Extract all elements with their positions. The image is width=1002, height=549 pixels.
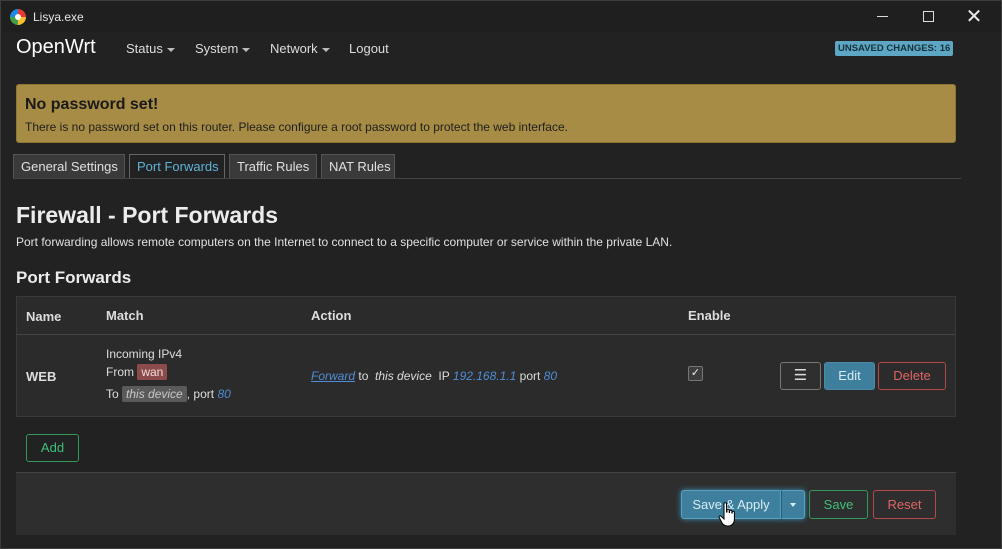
match-to: To this device, port 80 — [106, 386, 231, 402]
maximize-icon — [922, 11, 934, 22]
tab-nat-rules[interactable]: NAT Rules — [321, 154, 395, 179]
table-header: Name Match Action Enable — [17, 297, 955, 335]
port-forwards-table: Name Match Action Enable WEB Incoming IP… — [16, 296, 956, 417]
close-button[interactable]: ✕ — [951, 1, 997, 32]
menu-status[interactable]: Status — [126, 41, 175, 56]
top-navbar: OpenWrt Status System Network Logout UNS… — [1, 32, 1001, 66]
action-to: to — [358, 369, 369, 383]
action-summary: Forward to this device IP 192.168.1.1 po… — [311, 369, 557, 383]
brand-logo[interactable]: OpenWrt — [16, 36, 96, 59]
alert-text: There is no password set on this router.… — [25, 120, 568, 134]
save-button[interactable]: Save — [809, 490, 868, 519]
action-ip-label: IP — [438, 369, 450, 383]
menu-network[interactable]: Network — [270, 41, 330, 56]
match-port-label: , port — [186, 387, 215, 401]
menu-system[interactable]: System — [195, 41, 251, 56]
page-description: Port forwarding allows remote computers … — [16, 235, 673, 249]
header-name: Name — [26, 309, 62, 324]
title-bar: Lisya.exe ✕ — [1, 1, 1001, 32]
drag-handle-button[interactable]: ☰ — [780, 362, 821, 390]
tab-divider — [13, 178, 961, 179]
menu-status-label: Status — [126, 41, 163, 56]
save-apply-dropdown[interactable] — [781, 490, 805, 519]
menu-system-label: System — [195, 41, 239, 56]
close-icon: ✕ — [965, 5, 983, 28]
minimize-button[interactable] — [859, 1, 905, 32]
minimize-icon — [876, 16, 888, 17]
match-from: From wan — [106, 364, 168, 380]
window-title: Lisya.exe — [33, 9, 84, 24]
action-ip: 192.168.1.1 — [452, 369, 517, 383]
action-port: 80 — [543, 369, 558, 383]
section-title: Port Forwards — [16, 268, 132, 287]
chevron-down-icon — [321, 47, 330, 52]
hand-cursor-icon — [718, 502, 735, 527]
page-title: Firewall - Port Forwards — [16, 202, 278, 228]
edit-button[interactable]: Edit — [824, 362, 875, 390]
rule-name: WEB — [26, 369, 57, 384]
app-window: Lisya.exe ✕ OpenWrt Status System Networ… — [0, 0, 1002, 549]
header-enable: Enable — [688, 308, 731, 323]
action-device: this device — [375, 369, 432, 383]
chevron-down-icon — [166, 47, 175, 52]
zone-badge-wan: wan — [137, 364, 168, 380]
action-port-label: port — [519, 369, 541, 383]
no-password-alert: No password set! There is no password se… — [16, 84, 956, 143]
add-button[interactable]: Add — [26, 434, 79, 462]
menu-network-label: Network — [270, 41, 318, 56]
delete-button[interactable]: Delete — [878, 362, 946, 390]
header-action: Action — [311, 308, 352, 323]
alert-title: No password set! — [25, 96, 159, 113]
header-match: Match — [106, 308, 144, 323]
chevron-down-icon — [790, 503, 796, 507]
maximize-button[interactable] — [905, 1, 951, 32]
unsaved-changes-badge[interactable]: UNSAVED CHANGES: 16 — [835, 41, 954, 56]
chevron-down-icon — [242, 47, 251, 52]
action-footer: Save & Apply Save Reset — [16, 472, 956, 535]
match-to-label: To — [106, 387, 119, 401]
device-badge: this device — [122, 386, 187, 402]
browser-app-icon — [10, 8, 26, 25]
tab-port-forwards[interactable]: Port Forwards — [129, 154, 225, 179]
tab-general-settings[interactable]: General Settings — [13, 154, 125, 179]
match-from-label: From — [106, 365, 134, 379]
match-port: 80 — [217, 387, 231, 401]
menu-logout[interactable]: Logout — [349, 41, 389, 56]
match-protocol: Incoming IPv4 — [106, 347, 183, 361]
enable-checkbox[interactable]: ✓ — [688, 366, 703, 381]
menu-icon: ☰ — [793, 367, 808, 384]
reset-button[interactable]: Reset — [873, 490, 936, 519]
action-forward-link[interactable]: Forward — [311, 369, 355, 383]
tab-traffic-rules[interactable]: Traffic Rules — [229, 154, 317, 179]
